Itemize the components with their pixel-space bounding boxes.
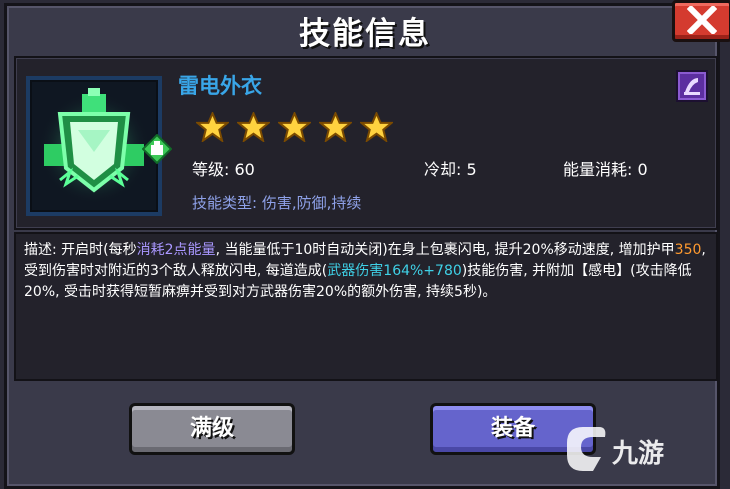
desc-part: 描述: 开启时(每秒 [24,242,137,258]
level-stat: 等级: 60 [192,160,255,179]
max-level-button[interactable]: 满级 [129,403,295,455]
window-title: 技能信息 [299,16,431,52]
desc-armor-highlight: 350 [674,242,702,258]
green-tag-icon [142,134,172,164]
desc-damage-highlight: 武器伤害164%+780 [327,263,462,279]
desc-energy-highlight: 消耗2点能量 [136,242,216,258]
close-button[interactable] [672,0,730,42]
star-icon [237,112,271,142]
star-icon [360,112,394,142]
description-card: 描述: 开启时(每秒消耗2点能量, 当能量低于10时自动关闭)在身上包裹闪电, … [14,232,718,381]
star-icon [196,112,229,142]
skill-description: 描述: 开启时(每秒消耗2点能量, 当能量低于10时自动关闭)在身上包裹闪电, … [24,240,708,303]
energy-cost-stat: 能量消耗: 0 [563,160,648,179]
close-icon [687,6,717,34]
star-icon [319,112,353,142]
desc-part: , 当能量低于10时自动关闭)在身上包裹闪电, 提升20%移动速度, 增加护甲 [215,242,675,258]
cooldown-stat: 冷却: 5 [424,160,477,179]
star-icon [278,112,312,142]
purple-spellbook-icon [676,70,708,102]
star-rating [196,112,396,146]
skill-type: 技能类型: 伤害,防御,持续 [192,194,362,212]
skill-name: 雷电外衣 [178,74,262,98]
watermark-text: 九游 [612,439,665,469]
green-shield-lightning-icon [38,88,150,204]
